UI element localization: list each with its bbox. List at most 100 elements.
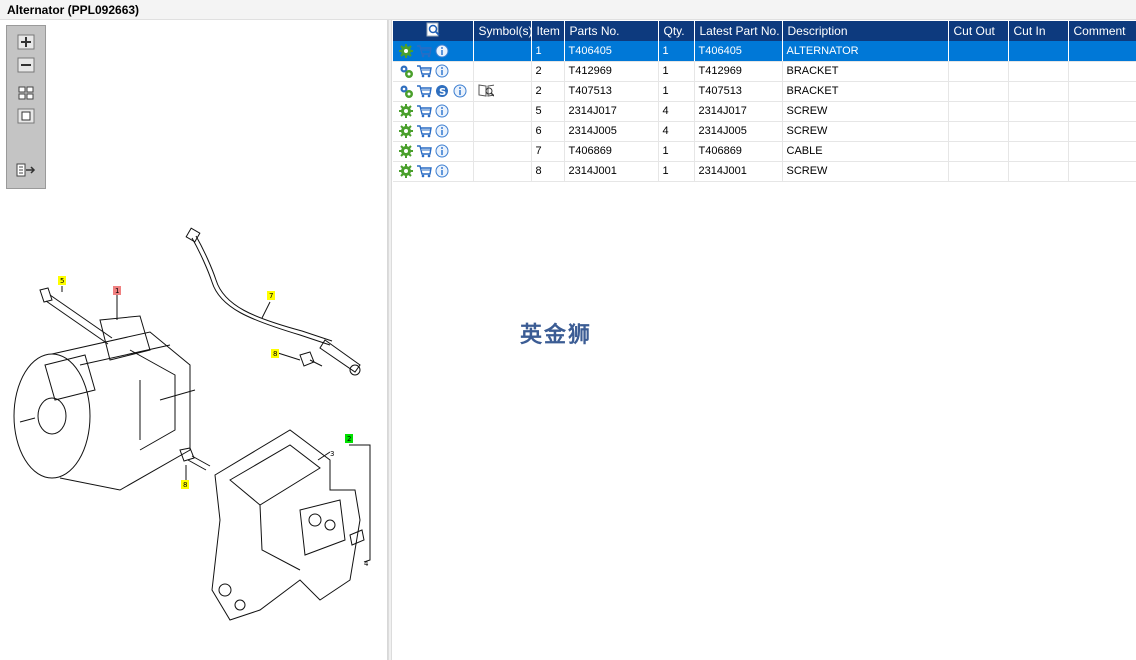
gear-green-icon[interactable] xyxy=(398,43,414,59)
qty-cell: 1 xyxy=(658,41,695,62)
fit-window-icon[interactable] xyxy=(16,107,36,125)
cut-out-cell xyxy=(948,161,1009,182)
table-row[interactable]: 6 2314J005 4 2314J005 SCREW xyxy=(393,121,1136,142)
latest-part-no-cell: T406405 xyxy=(694,41,783,62)
table-row[interactable]: 7 T406869 1 T406869 CABLE xyxy=(393,141,1136,162)
cut-out-cell xyxy=(948,41,1009,62)
zoom-out-icon[interactable] xyxy=(16,56,36,74)
table-row[interactable]: 8 2314J001 1 2314J001 SCREW xyxy=(393,161,1136,182)
svg-text:4: 4 xyxy=(364,560,369,568)
qty-cell: 1 xyxy=(658,81,695,102)
latest-part-no-cell: 2314J005 xyxy=(694,121,783,142)
table-row[interactable]: 1 T406405 1 T406405 ALTERNATOR xyxy=(393,41,1136,62)
parts-no-cell: 2314J001 xyxy=(564,161,659,182)
fit-all-icon[interactable] xyxy=(16,84,36,102)
export-panel-icon[interactable] xyxy=(16,161,36,179)
row-actions-cell: S xyxy=(393,81,474,102)
cut-out-cell xyxy=(948,61,1009,82)
svg-text:5: 5 xyxy=(60,277,64,285)
exploded-parts-drawing[interactable]: 5 1 7 8 8 2 3 4 xyxy=(0,20,388,660)
illustration-pane[interactable]: 5 1 7 8 8 2 3 4 xyxy=(0,20,388,660)
latest-part-no-cell: 2314J017 xyxy=(694,101,783,122)
description-cell: BRACKET xyxy=(782,61,949,82)
table-row[interactable]: 5 2314J017 4 2314J017 SCREW xyxy=(393,101,1136,122)
info-icon[interactable] xyxy=(434,123,450,139)
item-cell: 2 xyxy=(531,81,565,102)
description-cell: CABLE xyxy=(782,141,949,162)
gear-blue-icon[interactable] xyxy=(398,83,414,99)
row-actions-cell xyxy=(393,41,474,62)
parts-no-cell: T406869 xyxy=(564,141,659,162)
info-icon[interactable] xyxy=(434,43,450,59)
zoom-in-icon[interactable] xyxy=(16,33,36,51)
cart-icon[interactable] xyxy=(416,143,432,159)
cut-in-cell xyxy=(1008,41,1069,62)
cart-icon[interactable] xyxy=(416,83,432,99)
item-cell: 1 xyxy=(531,41,565,62)
info-icon[interactable] xyxy=(434,103,450,119)
latest-part-no-cell: T407513 xyxy=(694,81,783,102)
description-cell: SCREW xyxy=(782,121,949,142)
column-header-cut-out[interactable]: Cut Out xyxy=(948,21,1009,41)
parts-no-cell: T412969 xyxy=(564,61,659,82)
callout-7[interactable]: 7 xyxy=(267,291,275,300)
description-cell: SCREW xyxy=(782,101,949,122)
latest-part-no-cell: 2314J001 xyxy=(694,161,783,182)
table-row[interactable]: S 2 T407513 1 T407513 BRACKET xyxy=(393,81,1136,102)
symbol-cell xyxy=(473,121,532,142)
column-header-symbols[interactable]: Symbol(s) xyxy=(473,21,532,41)
gear-green-icon[interactable] xyxy=(398,163,414,179)
qty-cell: 1 xyxy=(658,61,695,82)
qty-cell: 1 xyxy=(658,161,695,182)
column-header-comment[interactable]: Comment xyxy=(1068,21,1136,41)
symbol-cell xyxy=(473,101,532,122)
column-header-item[interactable]: Item xyxy=(531,21,565,41)
callout-5[interactable]: 5 xyxy=(58,276,66,285)
callout-8-bottom[interactable]: 8 xyxy=(181,480,189,489)
gear-green-icon[interactable] xyxy=(398,143,414,159)
qty-cell: 1 xyxy=(658,141,695,162)
cart-icon[interactable] xyxy=(416,103,432,119)
symbol-cell xyxy=(473,81,532,102)
book-icon[interactable] xyxy=(478,82,494,98)
comment-cell xyxy=(1068,41,1136,62)
svg-text:8: 8 xyxy=(183,481,187,489)
comment-cell xyxy=(1068,101,1136,122)
gear-blue-icon[interactable] xyxy=(398,63,414,79)
gear-green-icon[interactable] xyxy=(398,123,414,139)
symbol-cell xyxy=(473,141,532,162)
info-icon[interactable] xyxy=(434,143,450,159)
column-header-description[interactable]: Description xyxy=(782,21,949,41)
callout-8-top[interactable]: 8 xyxy=(271,349,279,358)
cart-icon[interactable] xyxy=(416,63,432,79)
row-actions-cell xyxy=(393,101,474,122)
description-cell: ALTERNATOR xyxy=(782,41,949,62)
cut-in-cell xyxy=(1008,121,1069,142)
callout-2[interactable]: 2 xyxy=(345,434,353,443)
supersede-icon[interactable]: S xyxy=(434,83,450,99)
svg-text:3: 3 xyxy=(330,450,334,458)
cut-out-cell xyxy=(948,141,1009,162)
cart-icon[interactable] xyxy=(416,163,432,179)
gear-green-icon[interactable] xyxy=(398,103,414,119)
column-header-cut-in[interactable]: Cut In xyxy=(1008,21,1069,41)
cart-icon[interactable] xyxy=(416,43,432,59)
comment-cell xyxy=(1068,61,1136,82)
window-titlebar: Alternator (PPL092663) xyxy=(0,0,1136,20)
symbol-cell xyxy=(473,61,532,82)
callout-1[interactable]: 1 xyxy=(113,286,121,295)
column-header-parts-no[interactable]: Parts No. xyxy=(564,21,659,41)
table-row[interactable]: 2 T412969 1 T412969 BRACKET xyxy=(393,61,1136,82)
column-header-qty[interactable]: Qty. xyxy=(658,21,695,41)
column-header-latest-part-no[interactable]: Latest Part No. xyxy=(694,21,783,41)
column-header-actions[interactable] xyxy=(393,21,474,41)
search-parts-icon[interactable] xyxy=(425,22,441,38)
info-icon[interactable] xyxy=(452,83,468,99)
info-icon[interactable] xyxy=(434,163,450,179)
pane-splitter[interactable] xyxy=(388,20,392,660)
info-icon[interactable] xyxy=(434,63,450,79)
parts-no-cell: 2314J017 xyxy=(564,101,659,122)
cart-icon[interactable] xyxy=(416,123,432,139)
comment-cell xyxy=(1068,121,1136,142)
callout-3: 3 xyxy=(330,450,334,458)
